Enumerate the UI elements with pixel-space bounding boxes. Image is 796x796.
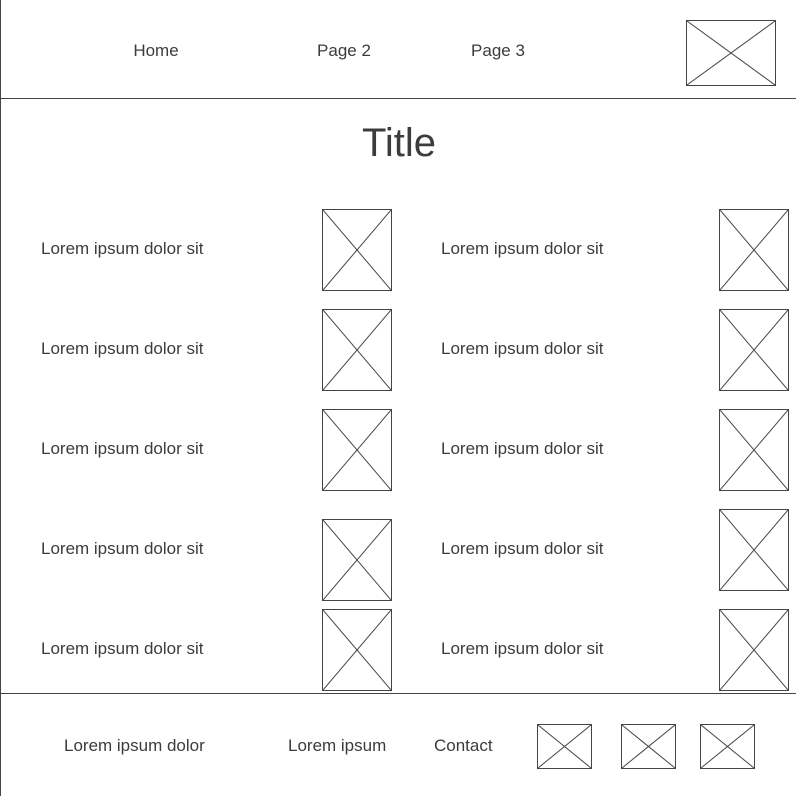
header-divider <box>0 98 796 99</box>
nav-page-3[interactable]: Page 3 <box>471 41 525 61</box>
footer-divider <box>0 693 796 694</box>
placeholder-cross <box>538 725 591 768</box>
logo-image-placeholder-icon[interactable] <box>686 20 776 86</box>
placeholder-cross <box>323 210 391 290</box>
list-item-text: Lorem ipsum dolor sit <box>441 239 604 258</box>
image-placeholder-icon <box>322 309 392 391</box>
nav-home[interactable]: Home <box>133 41 178 61</box>
social-image-placeholder-icon[interactable] <box>621 724 676 769</box>
image-placeholder-icon <box>719 509 789 591</box>
placeholder-cross <box>720 610 788 690</box>
list-item-text: Lorem ipsum dolor sit <box>441 339 604 358</box>
placeholder-cross <box>701 725 754 768</box>
image-placeholder-icon <box>719 209 789 291</box>
list-item-text: Lorem ipsum dolor sit <box>41 539 204 558</box>
image-placeholder-icon <box>719 409 789 491</box>
nav-page-2[interactable]: Page 2 <box>317 41 371 61</box>
placeholder-cross <box>323 610 391 690</box>
list-item-text: Lorem ipsum dolor sit <box>441 539 604 558</box>
placeholder-cross <box>323 520 391 600</box>
list-item-text: Lorem ipsum dolor sit <box>441 439 604 458</box>
placeholder-cross <box>720 510 788 590</box>
list-item-text: Lorem ipsum dolor sit <box>41 339 204 358</box>
page-title: Title <box>361 121 437 165</box>
placeholder-cross <box>687 21 775 85</box>
image-placeholder-icon <box>322 209 392 291</box>
image-placeholder-icon <box>322 519 392 601</box>
footer-link-1[interactable]: Lorem ipsum dolor <box>64 736 205 756</box>
placeholder-cross <box>622 725 675 768</box>
placeholder-cross <box>323 410 391 490</box>
page-frame <box>0 0 796 796</box>
placeholder-cross <box>323 310 391 390</box>
list-item-text: Lorem ipsum dolor sit <box>441 639 604 658</box>
placeholder-cross <box>720 310 788 390</box>
social-image-placeholder-icon[interactable] <box>537 724 592 769</box>
footer-contact-link[interactable]: Contact <box>434 736 493 756</box>
image-placeholder-icon <box>719 609 789 691</box>
list-item-text: Lorem ipsum dolor sit <box>41 439 204 458</box>
list-item-text: Lorem ipsum dolor sit <box>41 639 204 658</box>
image-placeholder-icon <box>322 609 392 691</box>
list-item-text: Lorem ipsum dolor sit <box>41 239 204 258</box>
placeholder-cross <box>720 410 788 490</box>
footer-link-2[interactable]: Lorem ipsum <box>288 736 386 756</box>
image-placeholder-icon <box>322 409 392 491</box>
image-placeholder-icon <box>719 309 789 391</box>
placeholder-cross <box>720 210 788 290</box>
social-image-placeholder-icon[interactable] <box>700 724 755 769</box>
